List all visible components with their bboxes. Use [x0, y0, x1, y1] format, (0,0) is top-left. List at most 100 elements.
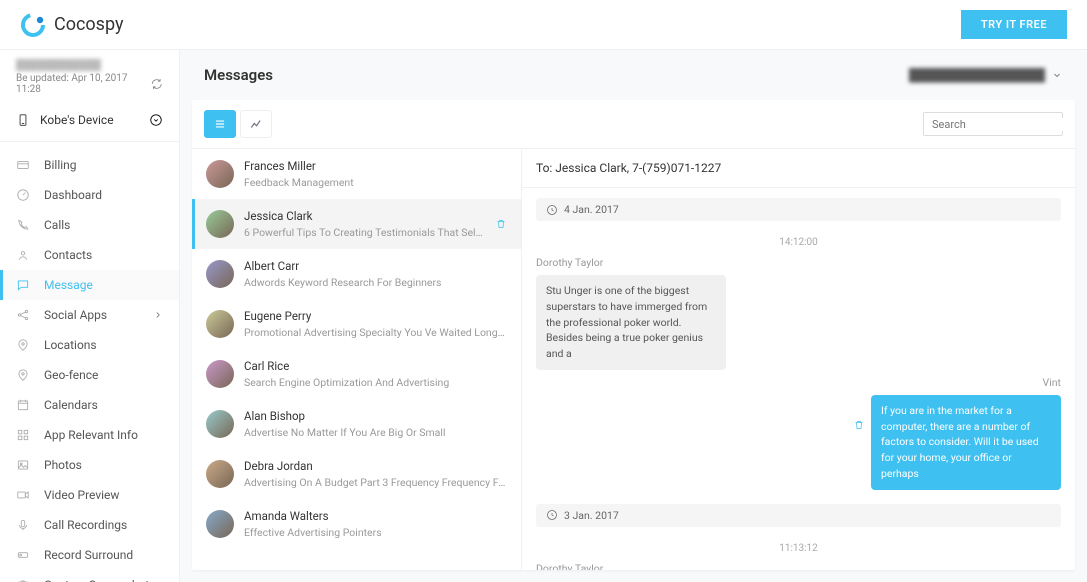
contact-preview: Feedback Management: [244, 176, 507, 189]
page-header: Messages ████████████████: [180, 50, 1087, 100]
clock-icon: [546, 204, 558, 216]
nav-item-call-recordings[interactable]: Call Recordings: [0, 510, 179, 540]
contacts-list: Frances MillerFeedback ManagementJessica…: [192, 149, 522, 570]
pin-icon: [16, 338, 30, 352]
contact-item[interactable]: Jessica Clark 6 Powerful Tips To Creating…: [192, 199, 521, 249]
nav-label: Capture Screenshots: [44, 578, 155, 582]
nav-label: Call Recordings: [44, 518, 127, 532]
nav-item-capture-screenshots[interactable]: Capture Screenshots: [0, 570, 179, 582]
contact-preview: Promotional Advertising Specialty You Ve…: [244, 326, 507, 339]
avatar: [206, 260, 234, 288]
contact-preview: Effective Advertising Pointers: [244, 526, 507, 539]
nav-item-photos[interactable]: Photos: [0, 450, 179, 480]
message-time: 14:12:00: [522, 231, 1075, 254]
sidebar: ████████████ Be updated: Apr 10, 2017 11…: [0, 50, 180, 582]
grid-icon: [16, 428, 30, 442]
nav-item-dashboard[interactable]: Dashboard: [0, 180, 179, 210]
calendar-icon: [16, 398, 30, 412]
device-name: Kobe's Device: [40, 113, 114, 127]
date-separator: 4 Jan. 2017: [536, 198, 1061, 221]
credit-card-icon: [16, 158, 30, 172]
contact-item[interactable]: Alan BishopAdvertise No Matter If You Ar…: [192, 399, 521, 449]
logo-area: Cocospy: [20, 12, 124, 38]
user-icon: [16, 248, 30, 262]
app-header: Cocospy TRY IT FREE: [0, 0, 1087, 50]
nav-item-message[interactable]: Message: [0, 270, 179, 300]
nav-item-calls[interactable]: Calls: [0, 210, 179, 240]
nav-item-contacts[interactable]: Contacts: [0, 240, 179, 270]
image-icon: [16, 458, 30, 472]
logo-icon: [20, 12, 46, 38]
search-input[interactable]: [932, 118, 1072, 131]
chevron-right-icon: [153, 310, 163, 320]
contact-item[interactable]: Albert CarrAdwords Keyword Research For …: [192, 249, 521, 299]
chevron-down-icon: [1051, 69, 1063, 81]
nav-label: Locations: [44, 338, 97, 352]
nav-item-social-apps[interactable]: Social Apps: [0, 300, 179, 330]
nav-label: Photos: [44, 458, 82, 472]
sender-name: Vint: [522, 374, 1075, 391]
nav-label: Billing: [44, 158, 77, 172]
updated-block: ████████████ Be updated: Apr 10, 2017 11…: [0, 50, 179, 103]
nav-item-billing[interactable]: Billing: [0, 150, 179, 180]
search-box[interactable]: [923, 112, 1063, 136]
contact-preview: Adwords Keyword Research For Beginners: [244, 276, 507, 289]
sender-name: Dorothy Taylor: [522, 254, 1075, 271]
nav-label: Video Preview: [44, 488, 119, 502]
message-thread: To: Jessica Clark, 7-(759)071-1227 4 Jan…: [522, 149, 1075, 570]
nav-item-video-preview[interactable]: Video Preview: [0, 480, 179, 510]
nav-label: Calendars: [44, 398, 98, 412]
nav-label: Record Surround: [44, 548, 133, 562]
avatar: [206, 410, 234, 438]
nav-label: Calls: [44, 218, 70, 232]
nav-item-app-relevant-info[interactable]: App Relevant Info: [0, 420, 179, 450]
capture-icon: [16, 578, 30, 582]
contact-preview: Advertise No Matter If You Are Big Or Sm…: [244, 426, 507, 439]
delete-contact-icon[interactable]: [495, 218, 507, 230]
video-icon: [16, 488, 30, 502]
mic-icon: [16, 518, 30, 532]
nav-label: Contacts: [44, 248, 92, 262]
record-icon: [16, 548, 30, 562]
nav-item-calendars[interactable]: Calendars: [0, 390, 179, 420]
account-dropdown[interactable]: ████████████████: [909, 68, 1063, 82]
contact-item[interactable]: Debra Jordan Advertising On A Budget Part…: [192, 449, 521, 499]
contact-name: Debra Jordan: [244, 459, 507, 473]
updated-timestamp: Be updated: Apr 10, 2017 11:28: [16, 73, 150, 95]
contact-item[interactable]: Frances MillerFeedback Management: [192, 149, 521, 199]
brand-name: Cocospy: [54, 14, 124, 35]
avatar: [206, 160, 234, 188]
contact-preview: 6 Powerful Tips To Creating Testimonials…: [244, 226, 485, 239]
page-title: Messages: [204, 66, 273, 84]
contact-name: Carl Rice: [244, 359, 507, 373]
device-icon: [16, 113, 30, 127]
nav-label: Geo-fence: [44, 368, 98, 382]
delete-message-icon[interactable]: [853, 419, 865, 431]
try-free-button[interactable]: TRY IT FREE: [961, 10, 1067, 39]
refresh-icon[interactable]: [150, 77, 163, 91]
share-icon: [16, 308, 30, 322]
nav-item-locations[interactable]: Locations: [0, 330, 179, 360]
avatar: [206, 360, 234, 388]
contact-preview: Advertising On A Budget Part 3 Frequency…: [244, 476, 507, 489]
nav-label: Message: [44, 278, 93, 292]
contact-item[interactable]: Carl RiceSearch Engine Optimization And …: [192, 349, 521, 399]
message-time: 11:13:12: [522, 537, 1075, 560]
incoming-message: Stu Unger is one of the biggest supersta…: [536, 275, 726, 370]
updated-masked: ████████████: [16, 60, 163, 71]
nav-item-record-surround[interactable]: Record Surround: [0, 540, 179, 570]
panel-toolbar: [192, 100, 1075, 149]
contact-item[interactable]: Eugene Perry Promotional Advertising Spec…: [192, 299, 521, 349]
device-selector[interactable]: Kobe's Device: [0, 103, 179, 142]
avatar: [206, 310, 234, 338]
chart-view-button[interactable]: [240, 110, 272, 138]
nav-label: App Relevant Info: [44, 428, 138, 442]
date-separator: 3 Jan. 2017: [536, 504, 1061, 527]
sender-name: Dorothy Taylor: [522, 560, 1075, 571]
contact-name: Eugene Perry: [244, 309, 507, 323]
contact-item[interactable]: Amanda WaltersEffective Advertising Poin…: [192, 499, 521, 549]
contact-name: Jessica Clark: [244, 209, 485, 223]
nav-label: Dashboard: [44, 188, 102, 202]
list-view-button[interactable]: [204, 110, 236, 138]
nav-item-geo-fence[interactable]: Geo-fence: [0, 360, 179, 390]
